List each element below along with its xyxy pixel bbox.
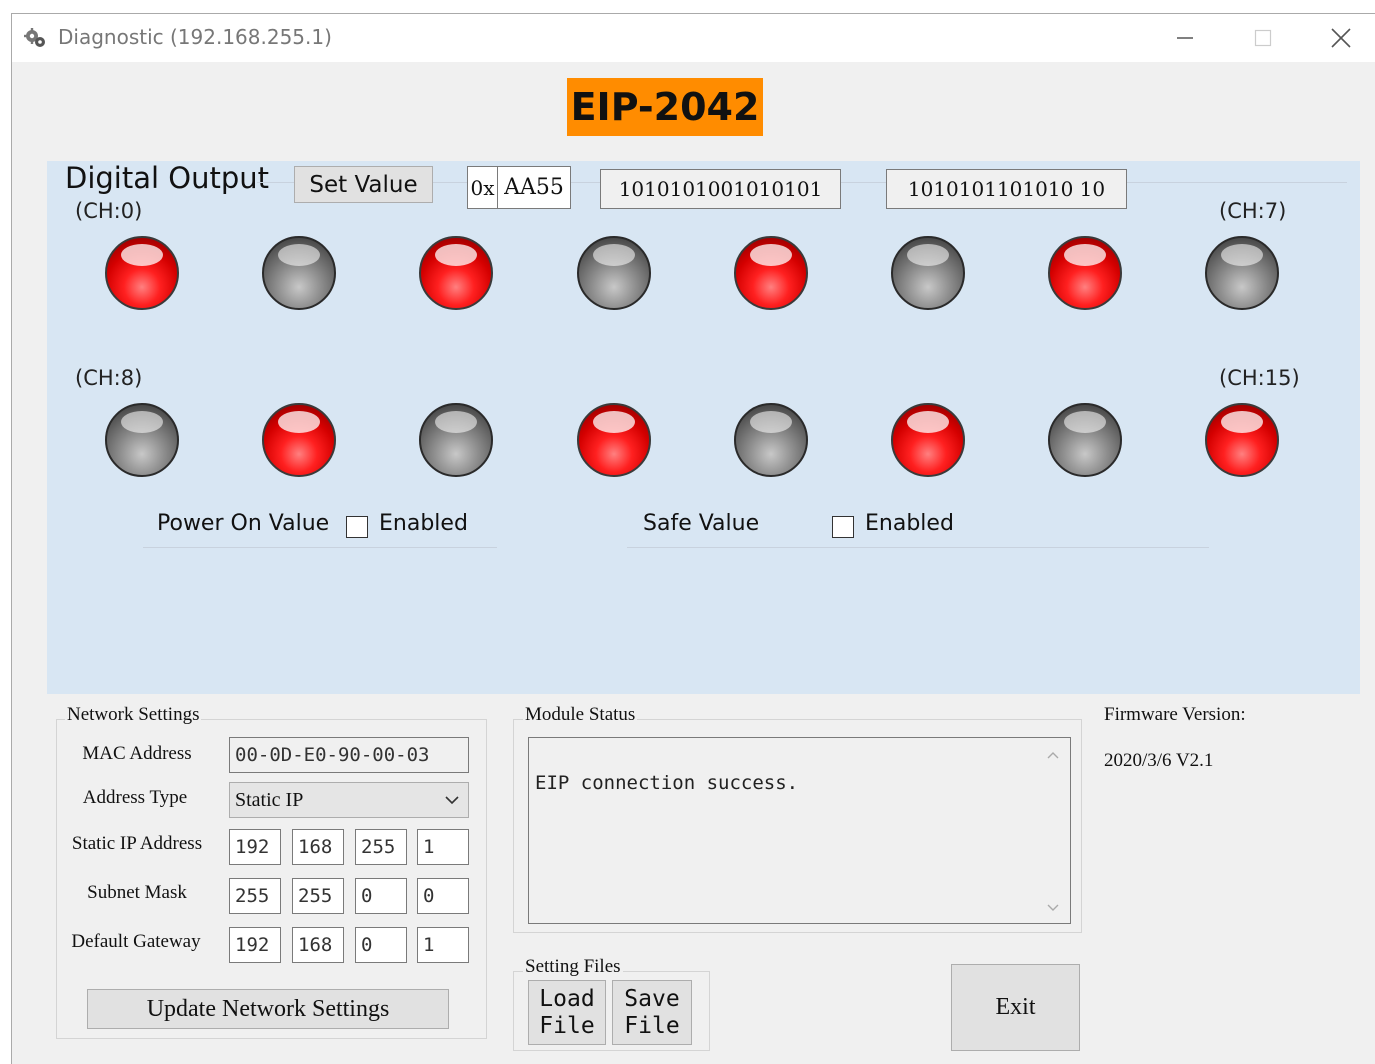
gateway-octet-1[interactable]: 192 [229, 927, 281, 963]
model-badge: EIP-2042 [567, 78, 763, 136]
safe-value-group-line [627, 547, 1209, 548]
power-on-value-label: Power On Value [157, 511, 330, 536]
setting-files-title: Setting Files [523, 956, 623, 978]
save-file-line2: File [624, 1012, 680, 1039]
led-ch11-on[interactable] [576, 403, 651, 477]
static-ip-octet-1[interactable]: 192 [229, 829, 281, 865]
led-ch4-on[interactable] [733, 236, 808, 310]
scroll-down-icon[interactable] [1046, 903, 1060, 913]
save-file-line1: Save [624, 985, 680, 1012]
close-button[interactable] [1302, 14, 1375, 62]
led-ch7-off[interactable] [1205, 236, 1280, 310]
led-ch15-on[interactable] [1205, 403, 1280, 477]
safe-value-enabled-label: Enabled [865, 511, 954, 536]
static-ip-octet-3[interactable]: 255 [355, 829, 407, 865]
channel-label-ch0: (CH:0) [75, 199, 143, 223]
led-ch9-on[interactable] [262, 403, 337, 477]
close-icon [1331, 28, 1351, 48]
led-ch6-on[interactable] [1048, 236, 1123, 310]
load-file-button[interactable]: Load File [528, 980, 606, 1045]
channel-label-ch15: (CH:15) [1219, 366, 1300, 390]
binary-value-2: 1010101101010 10 [886, 169, 1127, 209]
channel-label-ch8: (CH:8) [75, 366, 143, 390]
led-ch12-off[interactable] [733, 403, 808, 477]
gateway-octet-3[interactable]: 0 [355, 927, 407, 963]
diagnostic-window: Diagnostic (192.168.255.1) EIP-2042 Digi… [11, 13, 1375, 1064]
mac-address-field[interactable]: 00-0D-E0-90-00-03 [229, 737, 469, 773]
title-bar[interactable]: Diagnostic (192.168.255.1) [12, 14, 1375, 62]
maximize-icon [1254, 29, 1272, 47]
module-status-textbox[interactable]: EIP connection success. [528, 737, 1071, 924]
load-file-line2: File [539, 1012, 595, 1039]
power-on-enabled-label: Enabled [379, 511, 468, 536]
default-gateway-label: Default Gateway [71, 931, 201, 952]
power-on-enabled-checkbox[interactable] [346, 516, 368, 538]
subnet-octet-3[interactable]: 0 [355, 878, 407, 914]
chevron-down-icon [445, 796, 459, 805]
led-ch2-on[interactable] [419, 236, 494, 310]
hex-prefix: 0x [467, 166, 498, 209]
set-value-button[interactable]: Set Value [294, 166, 433, 203]
led-ch14-off[interactable] [1048, 403, 1123, 477]
save-file-button[interactable]: Save File [612, 980, 692, 1045]
led-ch10-off[interactable] [419, 403, 494, 477]
window-title: Diagnostic (192.168.255.1) [58, 25, 332, 49]
channel-label-ch7: (CH:7) [1219, 199, 1287, 223]
maximize-button[interactable] [1224, 14, 1302, 62]
digital-output-title: Digital Output [65, 161, 270, 195]
static-ip-octet-4[interactable]: 1 [417, 829, 469, 865]
static-ip-octet-2[interactable]: 168 [292, 829, 344, 865]
led-ch1-off[interactable] [262, 236, 337, 310]
network-settings-title: Network Settings [65, 704, 202, 726]
subnet-octet-2[interactable]: 255 [292, 878, 344, 914]
module-status-title: Module Status [523, 704, 638, 726]
firmware-version-value: 2020/3/6 V2.1 [1102, 750, 1216, 772]
firmware-version-label: Firmware Version: [1102, 704, 1248, 726]
address-type-value: Static IP [235, 788, 304, 811]
led-ch3-off[interactable] [576, 236, 651, 310]
scroll-up-icon[interactable] [1046, 750, 1060, 760]
static-ip-label: Static IP Address [71, 833, 203, 854]
led-ch13-on[interactable] [891, 403, 965, 477]
minimize-icon [1177, 37, 1193, 39]
exit-button[interactable]: Exit [951, 964, 1080, 1051]
address-type-select[interactable]: Static IP [229, 782, 469, 818]
subnet-mask-label: Subnet Mask [87, 882, 187, 903]
minimize-button[interactable] [1146, 14, 1224, 62]
subnet-octet-1[interactable]: 255 [229, 878, 281, 914]
safe-value-enabled-checkbox[interactable] [832, 516, 854, 538]
mac-address-label: MAC Address [82, 743, 192, 764]
led-ch8-off[interactable] [105, 403, 179, 477]
update-network-settings-button[interactable]: Update Network Settings [87, 989, 449, 1029]
gateway-octet-2[interactable]: 168 [292, 927, 344, 963]
subnet-octet-4[interactable]: 0 [417, 878, 469, 914]
module-status-text: EIP connection success. [535, 772, 799, 794]
led-ch5-off[interactable] [891, 236, 965, 310]
binary-value-1: 1010101001010101 [600, 169, 841, 209]
address-type-label: Address Type [82, 787, 188, 808]
digital-output-panel: Digital Output Set Value 0x AA55 1010101… [47, 161, 1360, 694]
power-on-group-line [143, 547, 497, 548]
gateway-octet-4[interactable]: 1 [417, 927, 469, 963]
hex-value-input[interactable]: AA55 [497, 166, 571, 209]
led-ch0-on[interactable] [105, 236, 179, 310]
gears-icon [24, 28, 45, 47]
load-file-line1: Load [539, 985, 595, 1012]
safe-value-label: Safe Value [643, 511, 760, 536]
